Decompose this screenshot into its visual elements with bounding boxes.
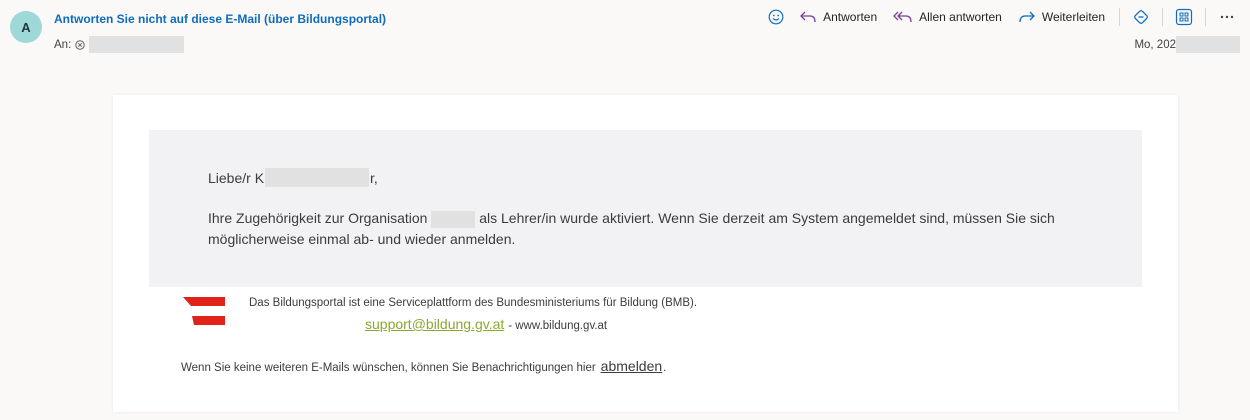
loop-icon (1134, 10, 1148, 24)
redacted-recipient (89, 36, 185, 53)
reply-label: Antworten (823, 10, 878, 24)
footer-contact: support@bildung.gv.at - www.bildung.gv.a… (365, 316, 607, 332)
unsubscribe-link[interactable]: abmelden (601, 358, 663, 374)
reply-button[interactable]: Antworten (791, 6, 885, 28)
more-actions-button[interactable] (1216, 6, 1238, 28)
website-text: - www.bildung.gv.at (508, 320, 608, 332)
austria-flag-logo (183, 297, 225, 325)
redacted-date (1176, 36, 1240, 53)
unsubscribe-prefix: Wenn Sie keine weiteren E-Mails wünschen… (181, 362, 596, 374)
forward-button[interactable]: Weiterleiten (1010, 6, 1113, 28)
redacted-organisation (431, 210, 476, 228)
email-body-card: Liebe/r K r, Ihre Zugehörigkeit zur Orga… (113, 95, 1178, 412)
message-part1: Ihre Zugehörigkeit zur Organisation (208, 210, 428, 226)
apps-icon (1175, 8, 1193, 26)
reply-all-icon (893, 11, 912, 23)
redacted-name (265, 168, 370, 187)
reply-all-button[interactable]: Allen antworten (885, 6, 1010, 28)
unsubscribe-suffix: . (663, 362, 667, 374)
reply-all-label: Allen antworten (919, 10, 1002, 24)
date-prefix: Mo, 202 (1134, 38, 1176, 51)
apps-button[interactable] (1173, 6, 1195, 28)
greeting-prefix: Liebe/r K (208, 169, 265, 186)
forward-icon (1019, 11, 1035, 23)
forward-label: Weiterleiten (1041, 10, 1105, 24)
toolbar-divider (1205, 8, 1206, 26)
footer-description: Das Bildungsportal ist eine Serviceplatt… (249, 297, 698, 309)
sender-name[interactable]: Antworten Sie nicht auf diese E-Mail (üb… (54, 12, 386, 26)
support-email-link[interactable]: support@bildung.gv.at (365, 316, 504, 332)
message-toolbar: Antworten Allen antworten Weiterleiten (761, 6, 1242, 28)
toolbar-divider (1162, 8, 1163, 26)
to-label: An: (54, 38, 72, 51)
greeting-suffix: r, (370, 169, 378, 186)
emoji-reaction-button[interactable] (765, 6, 787, 28)
sender-avatar[interactable]: A (10, 11, 42, 43)
unsubscribe-line: Wenn Sie keine weiteren E-Mails wünschen… (181, 358, 666, 374)
emoji-icon (768, 9, 784, 25)
remove-recipient-icon[interactable] (75, 39, 85, 50)
recipient-line: An: (54, 36, 185, 53)
message-content-box: Liebe/r K r, Ihre Zugehörigkeit zur Orga… (149, 130, 1142, 287)
loop-button[interactable] (1130, 6, 1152, 28)
greeting: Liebe/r K r, (208, 168, 378, 187)
message-date: Mo, 202 (1134, 36, 1240, 53)
more-icon (1220, 15, 1234, 19)
toolbar-divider (1119, 8, 1120, 26)
message-text: Ihre Zugehörigkeit zur Organisation als … (208, 208, 1088, 250)
reply-icon (800, 11, 816, 23)
